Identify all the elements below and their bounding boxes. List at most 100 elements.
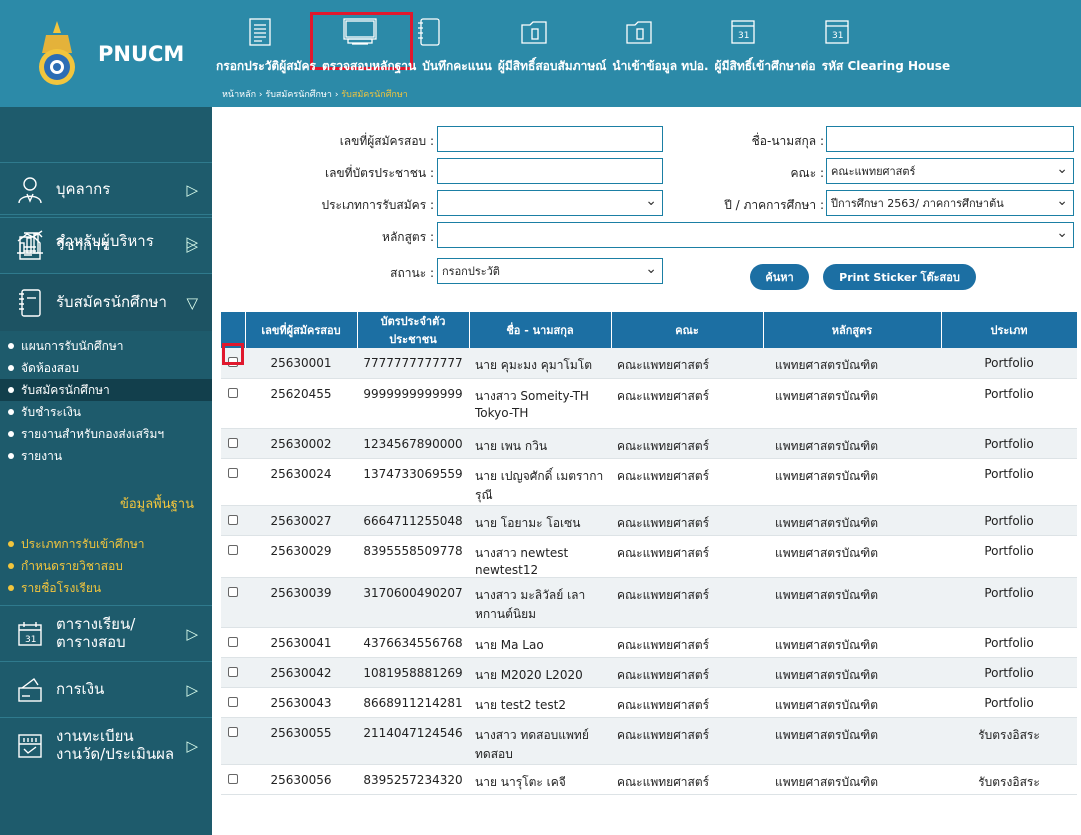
cell-id-card: 6664711255048 <box>357 505 469 536</box>
form-icon[interactable] <box>248 17 272 47</box>
name-input[interactable] <box>826 126 1074 152</box>
row-checkbox[interactable] <box>228 696 238 707</box>
table-row[interactable]: 25630039 3170600490207 นางสาว มะลิวัลย์ เล… <box>221 577 1077 628</box>
nav-item-import-tcas[interactable]: นำเข้าข้อมูล ทปอ. <box>612 57 708 76</box>
row-checkbox[interactable] <box>228 636 238 647</box>
table-row[interactable]: 25630055 2114047124546 นางสาว ทดสอบแพทย์ ท… <box>221 717 1077 765</box>
print-sticker-button[interactable]: Print Sticker โต๊ะสอบ <box>823 264 976 290</box>
cell-applicant-no: 25630055 <box>245 717 357 765</box>
table-row[interactable]: 25630042 1081958881269 นาย M2020 L2020 คณะแ… <box>221 657 1077 688</box>
nav-item-clearing-house[interactable]: รหัส Clearing House <box>822 57 950 76</box>
breadcrumb-level1[interactable]: รับสมัครนักศึกษา <box>265 90 332 100</box>
header-faculty[interactable]: คณะ <box>611 312 764 348</box>
submenu-item-payment[interactable]: รับชำระเงิน <box>0 401 212 423</box>
cell-curriculum: แพทยศาสตรบัณฑิต <box>763 687 941 718</box>
table-row[interactable]: 25630024 1374733069559 นาย เปญจศักดิ์ เมตร… <box>221 458 1077 506</box>
submenu-item-plan[interactable]: แผนการรับนักศึกษา <box>0 335 212 357</box>
applicant-no-input[interactable] <box>437 126 663 152</box>
nav-item-applicant-history[interactable]: กรอกประวัติผู้สมัคร <box>216 57 316 76</box>
row-checkbox[interactable] <box>228 514 238 525</box>
nav-item-enrollment-eligible[interactable]: ผู้มีสิทธิ์เข้าศึกษาต่อ <box>715 57 816 76</box>
row-checkbox[interactable] <box>228 726 238 737</box>
header-id-card[interactable]: บัตรประจำตัวประชาชน <box>357 312 470 348</box>
header-name[interactable]: ชื่อ - นามสกุล <box>469 312 612 348</box>
header-type[interactable]: ประเภท <box>941 312 1078 348</box>
submenu-item-exam-room[interactable]: จัดห้องสอบ <box>0 357 212 379</box>
cell-id-card: 1081958881269 <box>357 657 469 688</box>
row-checkbox[interactable] <box>228 586 238 597</box>
sidebar-item-admission[interactable]: รับสมัครนักศึกษา ▽ <box>0 273 212 331</box>
row-checkbox[interactable] <box>228 773 238 784</box>
cell-id-card: 8395257234320 <box>357 764 469 795</box>
admission-type-select[interactable] <box>437 190 663 216</box>
master-data-title: ข้อมูลพื้นฐาน <box>119 497 194 512</box>
cell-faculty: คณะแพทยศาสตร์ <box>611 378 763 429</box>
table-row[interactable]: 25630056 8395257234320 นาย นารุโตะ เคจี คณะ… <box>221 764 1077 795</box>
calendar-icon[interactable]: 31 <box>729 17 755 47</box>
cell-curriculum: แพทยศาสตรบัณฑิต <box>763 717 941 765</box>
submenu-item-admission[interactable]: รับสมัครนักศึกษา <box>0 379 212 401</box>
row-checkbox-cell <box>221 657 245 688</box>
cell-applicant-no: 25620455 <box>245 378 357 429</box>
sidebar-item-finance[interactable]: การเงิน ▷ <box>0 661 212 717</box>
status-select[interactable]: กรอกประวัติ <box>437 258 663 284</box>
sidebar-item-registration[interactable]: งานทะเบียน งานวัด/ประเมินผล ▷ <box>0 717 212 773</box>
table-row[interactable]: 25630002 1234567890000 นาย เพน กวิน คณะแพทย… <box>221 428 1077 459</box>
logo-area[interactable]: PNUCM <box>0 0 212 107</box>
cell-name: นาย M2020 L2020 <box>469 657 611 688</box>
bullet-icon <box>8 541 14 547</box>
cell-type: Portfolio <box>941 458 1077 506</box>
cell-faculty: คณะแพทยศาสตร์ <box>611 348 763 379</box>
search-button[interactable]: ค้นหา <box>750 264 809 290</box>
cell-faculty: คณะแพทยศาสตร์ <box>611 505 763 536</box>
faculty-select[interactable]: คณะแพทยศาสตร์ <box>826 158 1074 184</box>
bullet-icon <box>8 365 14 371</box>
sidebar-item-staff[interactable]: บุคลากร ▷ <box>0 162 212 217</box>
cell-curriculum: แพทยศาสตรบัณฑิต <box>763 657 941 688</box>
cell-applicant-no: 25630043 <box>245 687 357 718</box>
row-checkbox[interactable] <box>228 387 238 398</box>
row-checkbox-cell <box>221 717 245 765</box>
table-row[interactable]: 25630043 8668911214281 นาย test2 test2 คณะแ… <box>221 687 1077 718</box>
folder-icon[interactable] <box>625 17 652 47</box>
cell-applicant-no: 25630027 <box>245 505 357 536</box>
table-row[interactable]: 25630001 7777777777777 นาย คุมะมง คุมาโมโต… <box>221 348 1077 379</box>
submenu-item-exam-subject[interactable]: กำหนดรายวิชาสอบ <box>0 555 212 577</box>
cell-faculty: คณะแพทยศาสตร์ <box>611 687 763 718</box>
table-row[interactable]: 25630029 8395558509778 นางสาว newtest newt… <box>221 535 1077 578</box>
id-card-input[interactable] <box>437 158 663 184</box>
submenu-item-report-promotion[interactable]: รายงานสำหรับกองส่งเสริมฯ <box>0 423 212 445</box>
cell-name: นาย โอยามะ โอเซน <box>469 505 611 536</box>
sidebar-item-label: การเงิน <box>56 679 105 698</box>
row-checkbox-cell <box>221 378 245 429</box>
breadcrumb-home[interactable]: หน้าหลัก <box>222 90 256 100</box>
submenu-item-report[interactable]: รายงาน <box>0 445 212 467</box>
submenu-item-schools[interactable]: รายชื่อโรงเรียน <box>0 577 212 599</box>
row-checkbox[interactable] <box>228 467 238 478</box>
cell-curriculum: แพทยศาสตรบัณฑิต <box>763 535 941 578</box>
cell-name: นาย คุมะมง คุมาโมโต <box>469 348 611 379</box>
nav-item-record-scores[interactable]: บันทึกคะแนน <box>422 57 492 76</box>
sidebar-item-academic[interactable]: วิชาการ ▷ <box>0 217 212 273</box>
table-row[interactable]: 25630027 6664711255048 นาย โอยามะ โอเซน คณะ… <box>221 505 1077 536</box>
sidebar-item-schedule[interactable]: 31 ตารางเรียน/ตารางสอบ ▷ <box>0 605 212 661</box>
header-curriculum[interactable]: หลักสูตร <box>763 312 942 348</box>
table-row[interactable]: 25630041 4376634556768 นาย Ma Lao คณะแพทยศา… <box>221 627 1077 658</box>
brand-name: PNUCM <box>98 41 185 66</box>
row-checkbox[interactable] <box>228 437 238 448</box>
nav-item-verify-documents[interactable]: ตรวจสอบหลักฐาน <box>322 57 416 76</box>
table-row[interactable]: 25620455 9999999999999 นางสาว Someity-TH T… <box>221 378 1077 429</box>
row-checkbox[interactable] <box>228 666 238 677</box>
calendar-icon[interactable]: 31 <box>823 17 849 47</box>
folder-icon[interactable] <box>520 17 547 47</box>
notebook-icon[interactable] <box>415 17 440 47</box>
nav-item-interview-eligible[interactable]: ผู้มีสิทธิ์สอบสัมภาษณ์ <box>498 57 607 76</box>
submenu-item-admission-type[interactable]: ประเภทการรับเข้าศึกษา <box>0 533 212 555</box>
header-applicant-no[interactable]: เลขที่ผู้สมัครสอบ <box>245 312 358 348</box>
curriculum-select[interactable] <box>437 222 1074 248</box>
row-checkbox[interactable] <box>228 544 238 555</box>
name-label: ชื่อ-นามสกุล : <box>751 134 824 148</box>
year-select[interactable]: ปีการศึกษา 2563/ ภาคการศึกษาต้น <box>826 190 1074 216</box>
cell-type: Portfolio <box>941 657 1077 688</box>
chevron-right-icon: ▷ <box>186 181 198 199</box>
